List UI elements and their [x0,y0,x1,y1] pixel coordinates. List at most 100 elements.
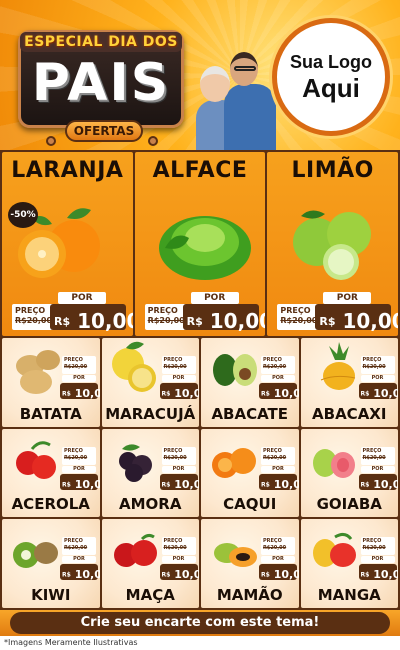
product-card-pineapple[interactable]: PORPREÇOR$20,00R$ 10,00KGABACAXI [300,338,398,427]
product-card-mango[interactable]: PORPREÇOR$20,00R$ 10,00KGMANGA [300,519,398,608]
old-price: R$20,00 [263,454,287,461]
old-price-box: PREÇO R$20,00 [62,356,96,374]
product-card-avocado[interactable]: PORPREÇOR$20,00R$ 10,00KGABACATE [201,338,299,427]
por-label: POR [62,375,96,382]
product-name: MAÇA [125,585,175,604]
logo-line-2: Aqui [302,73,360,103]
old-price-box: PREÇO R$20,00 [360,446,395,465]
old-price: R$20,00 [362,545,386,552]
bolt-icon [46,136,56,146]
old-price-box: PREÇO R$20,00 [62,537,96,556]
currency-symbol: R$ [261,390,270,398]
logo-line-1: Sua Logo [290,52,372,72]
old-price: R$20,00 [362,454,386,461]
currency-symbol: R$ [161,390,171,398]
header-banner: ESPECIAL DIA DOS PAIS OFERTAS Sua Logo A… [0,0,400,150]
new-price: R$ 10,00KG [60,383,100,400]
por-label: POR [261,556,295,564]
product-name: MANGA [317,585,381,604]
price-value: 10,00 [174,568,199,582]
currency-symbol: R$ [161,481,171,489]
product-card-kiwi[interactable]: PORPREÇOR$20,00R$ 10,00KGKIWI [2,519,100,608]
old-price: R$20,00 [280,316,318,325]
price-value: 10,00 [77,308,133,333]
currency-symbol: R$ [319,315,336,329]
currency-symbol: R$ [62,481,71,489]
product-name: CAQUI [223,495,277,514]
new-price: R$ 10,00UNID [182,304,265,333]
old-price-box: PREÇO R$20,00 [360,356,395,374]
old-price: R$20,00 [263,545,287,552]
badge-title: ESPECIAL DIA DOS [20,32,182,52]
logo-placeholder[interactable]: Sua Logo Aqui [272,18,390,136]
preco-label: PREÇO [263,447,282,454]
old-price: R$20,00 [163,545,187,552]
por-label: POR [261,465,295,473]
badge-main-word: PAIS [31,53,171,113]
products-grid: PORPREÇOR$20,00R$ 10,00KGBATATAPORPREÇOR… [2,338,398,608]
product-name: ABACATE [211,404,289,423]
por-label: POR [161,465,196,473]
ofertas-pill: OFERTAS [65,120,143,142]
person-head [200,66,230,102]
preco-label: PREÇO [362,538,382,545]
product-name: MAMÃO [216,585,283,604]
new-price: R$ 10,00KG [259,473,299,491]
price-value: 10,00 [273,386,299,400]
preco-label: PREÇO [163,357,183,363]
old-price: R$20,00 [64,454,88,461]
por-label: POR [190,292,239,304]
product-card-passion-fruit[interactable]: PORPREÇOR$20,00R$ 10,00KGMARACUJÁ [101,338,199,427]
price-value: 10,00 [273,568,299,582]
person-body [224,84,276,150]
price-value: 10,00 [74,477,100,491]
old-price: R$20,00 [163,364,187,370]
currency-symbol: R$ [261,571,270,579]
old-price: R$20,00 [362,364,386,370]
new-price: R$ 10,00KG [60,564,100,582]
featured-card-limão[interactable]: LIMÃOPORPREÇOR$20,00R$ 10,00KG [267,152,399,336]
preco-label: PREÇO [15,306,46,315]
product-card-apple[interactable]: PORPREÇOR$20,00R$ 10,00KGMAÇA [101,519,199,608]
price-value: 10,00 [174,386,199,400]
product-name: BATATA [19,404,82,423]
por-label: POR [360,375,395,382]
price-value: 10,00 [373,386,398,400]
featured-products-row: LARANJA-50%PORPREÇOR$20,00R$ 10,00KGALFA… [2,152,399,336]
product-card-persimmon[interactable]: POR PREÇOR$20,00 R$ 10,00KG CAQUI [201,428,299,518]
product-card-papaya[interactable]: PORPREÇOR$20,00 R$ 10,00KG MAMÃO [201,519,299,608]
por-label: POR [58,292,106,304]
preco-label: PREÇO [163,538,183,545]
featured-card-alface[interactable]: ALFACEPORPREÇOR$20,00R$ 10,00UNID [134,152,266,336]
currency-symbol: R$ [62,571,71,579]
new-price: R$ 10,00KG [159,473,199,491]
old-price-box: PREÇO R$20,00 [161,446,196,465]
new-price: R$ 10,00KG [259,564,299,582]
por-label: POR [62,556,96,564]
old-price-box: PREÇO R$20,00 [144,304,187,330]
price-value: 10,00 [174,477,199,491]
new-price: R$ 10,00KG [358,473,398,491]
old-price-box: PREÇO R$20,00 [261,537,295,556]
currency-symbol: R$ [360,390,370,398]
product-card-acerola[interactable]: PORPREÇOR$20,00R$ 10,00KGACEROLA [2,428,100,518]
product-name: ABACAXI [312,404,387,423]
preco-label: PREÇO [64,538,83,545]
new-price: R$ 10,00KG [259,383,299,400]
price-value: 10,00 [74,568,100,582]
create-flyer-button[interactable]: Crie seu encarte com este tema! [10,612,390,634]
old-price-box: PREÇO R$20,00 [360,537,395,556]
featured-card-laranja[interactable]: LARANJA-50%PORPREÇOR$20,00R$ 10,00KG [2,152,133,336]
product-card-blackberry[interactable]: PORPREÇOR$20,00R$ 10,00KGAMORA [101,428,199,518]
old-price: R$20,00 [15,316,53,325]
price-value: 10,00 [373,568,398,582]
disclaimer-text: *Imagens Meramente Ilustrativas [0,636,400,650]
preco-label: PREÇO [163,447,183,454]
product-card-potato[interactable]: PORPREÇOR$20,00 R$ 10,00KG BATATA [2,338,100,427]
price-value: 10,00 [342,308,398,333]
price-tag: POR PREÇOR$20,00R$ 10,00KG [2,152,133,336]
old-price-box: PREÇO R$20,00 [12,304,54,330]
new-price: R$ 10,00KG [159,383,199,400]
old-price: R$20,00 [64,545,88,552]
product-card-guava[interactable]: PORPREÇOR$20,00R$ 10,00KGGOIABA [300,428,398,518]
